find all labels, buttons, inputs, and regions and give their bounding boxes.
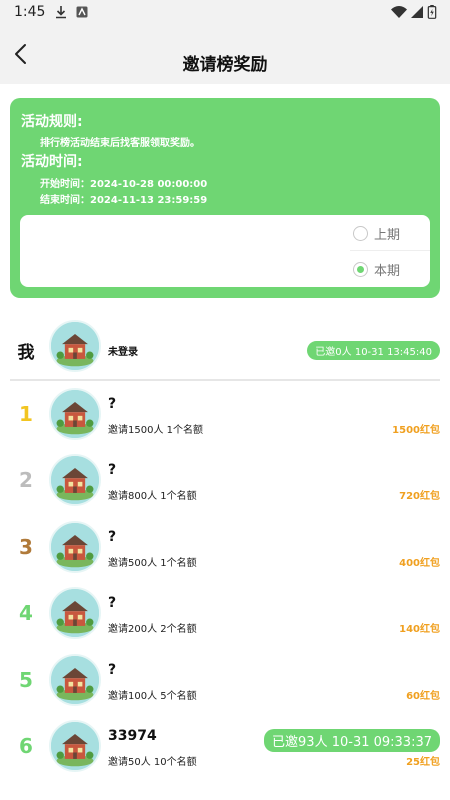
- period-selector: 上期 本期: [20, 215, 430, 287]
- reward-amount: 140红包: [399, 624, 440, 636]
- status-bar: 1:45: [0, 0, 450, 26]
- divider: [350, 250, 430, 251]
- reward-amount: 720红包: [399, 491, 440, 503]
- reward-amount: 60红包: [406, 690, 440, 702]
- house-avatar-icon: [49, 653, 101, 706]
- reward-quota: 邀请800人 1个名额: [108, 491, 197, 503]
- user-name: ?: [108, 661, 117, 678]
- house-avatar-icon: [49, 454, 101, 507]
- house-avatar-icon: [49, 720, 101, 772]
- rules-heading: 活动规则:: [21, 114, 83, 130]
- wifi-icon: [391, 6, 407, 19]
- reward-amount: 1500红包: [392, 425, 440, 436]
- house-avatar-icon: [49, 587, 101, 640]
- leaderboard-row: 6 33974 邀请50人 10个名额 25红包 已邀93人 10-31 09:…: [0, 720, 450, 782]
- house-avatar-icon: [49, 388, 101, 440]
- leaderboard-row: 5 ? 邀请100人 5个名额 60红包: [0, 653, 450, 716]
- user-name: ?: [108, 462, 117, 479]
- reward-quota: 邀请100人 5个名额: [108, 690, 197, 702]
- reward-quota: 邀请1500人 1个名额: [108, 425, 203, 436]
- divider: [10, 379, 440, 381]
- my-rank-row: 我 未登录 已邀0人 10-31 13:45:40: [0, 320, 450, 382]
- rank-number: 1: [19, 402, 33, 426]
- activity-time-heading: 活动时间:: [21, 154, 83, 170]
- rank-number: 5: [19, 667, 33, 692]
- rank-number: 4: [19, 601, 33, 626]
- status-time: 1:45: [14, 4, 46, 20]
- reward-quota: 邀请50人 10个名额: [108, 757, 197, 768]
- user-name: ?: [108, 528, 117, 545]
- my-invite-status-badge: 已邀0人 10-31 13:45:40: [307, 341, 440, 360]
- reward-amount: 400红包: [399, 557, 440, 569]
- reward-quota: 邀请200人 2个名额: [108, 624, 197, 636]
- user-name: 33974: [108, 728, 157, 744]
- rank-number: 6: [19, 734, 33, 758]
- my-name: 未登录: [108, 347, 138, 358]
- activity-rules-card: 活动规则: 排行榜活动结束后找客服领取奖励。 活动时间: 开始时间：2024-1…: [10, 98, 440, 298]
- leaderboard-row: 2 ? 邀请800人 1个名额 720红包: [0, 454, 450, 516]
- app-header: 邀请榜奖励: [0, 26, 450, 84]
- reward-quota: 邀请500人 1个名额: [108, 557, 197, 569]
- period-option-previous[interactable]: 上期: [352, 221, 400, 245]
- radio-unchecked-icon: [352, 225, 368, 241]
- page-title: 邀请榜奖励: [182, 55, 268, 75]
- leaderboard-row: 3 ? 邀请500人 1个名额 400红包: [0, 520, 450, 583]
- rank-number: 3: [19, 534, 33, 559]
- my-rank-label: 我: [17, 343, 35, 363]
- period-label: 上期: [373, 227, 400, 243]
- user-name: ?: [108, 396, 117, 412]
- house-avatar-icon: [49, 320, 101, 372]
- signal-icon: [411, 6, 423, 18]
- start-time: 开始时间：2024-10-28 00:00:00: [40, 179, 208, 190]
- rules-text: 排行榜活动结束后找客服领取奖励。: [40, 138, 200, 149]
- leaderboard-row: 4 ? 邀请200人 2个名额 140红包: [0, 587, 450, 649]
- battery-icon: [427, 5, 437, 19]
- invite-status-badge: 已邀93人 10-31 09:33:37: [264, 729, 440, 752]
- reward-amount: 25红包: [406, 757, 440, 768]
- rank-number: 2: [19, 468, 33, 493]
- leaderboard-row: 1 ? 邀请1500人 1个名额 1500红包: [0, 388, 450, 450]
- user-name: ?: [108, 595, 117, 612]
- period-label: 本期: [373, 263, 400, 279]
- period-option-current[interactable]: 本期: [352, 257, 400, 281]
- house-avatar-icon: [49, 520, 101, 573]
- radio-checked-icon: [352, 261, 368, 277]
- app-notification-icon: [76, 6, 88, 18]
- end-time: 结束时间：2024-11-13 23:59:59: [40, 195, 208, 206]
- download-icon: [56, 6, 66, 19]
